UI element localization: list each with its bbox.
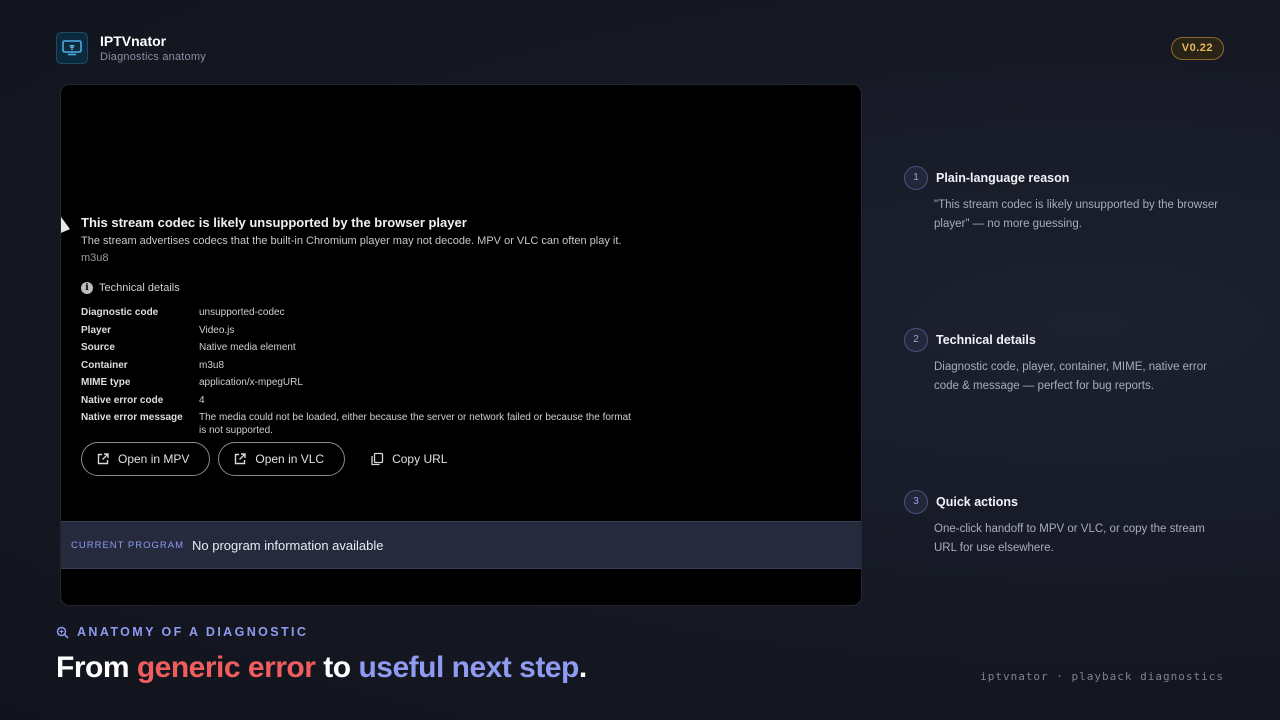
headline-part: From — [56, 651, 137, 684]
detail-value: m3u8 — [199, 359, 225, 371]
detail-value: unsupported-codec — [199, 307, 285, 318]
tv-logo-icon — [56, 32, 88, 64]
details-table: Diagnostic code unsupported-codec Player… — [81, 306, 641, 437]
copy-icon — [371, 452, 384, 466]
detail-value: Video.js — [199, 324, 235, 336]
detail-value: The media could not be loaded, either be… — [199, 412, 631, 436]
step-number: 3 — [904, 490, 928, 514]
callout-body: Diagnostic code, player, container, MIME… — [934, 361, 1207, 392]
error-panel: This stream codec is likely unsupported … — [81, 215, 641, 476]
detail-row: Native error message The media could not… — [81, 411, 641, 437]
current-program-value: No program information available — [192, 537, 384, 553]
technical-details-label: Technical details — [99, 282, 180, 294]
callout-title: Quick actions — [936, 495, 1018, 509]
headline-highlight-blue: useful next step — [358, 651, 579, 684]
error-title: This stream codec is likely unsupported … — [81, 215, 467, 230]
callout-body: One-click handoff to MPV or VLC, or copy… — [934, 523, 1205, 554]
callout-quick-actions: 3 Quick actions One-click handoff to MPV… — [904, 490, 1224, 558]
detail-value: application/x-mpegURL — [199, 377, 303, 388]
current-program-bar: CURRENT PROGRAM No program information a… — [61, 521, 861, 569]
step-number: 1 — [904, 166, 928, 190]
detail-row: Container m3u8 — [81, 359, 641, 372]
external-link-icon — [235, 453, 247, 465]
footer-tag: iptvnator · playback diagnostics — [980, 670, 1224, 683]
detail-row: Diagnostic code unsupported-codec — [81, 306, 641, 319]
callout-title: Plain-language reason — [936, 171, 1070, 185]
anatomy-label-text: ANATOMY OF A DIAGNOSTIC — [77, 625, 309, 639]
headline-part: . — [578, 651, 587, 684]
error-format: m3u8 — [81, 252, 109, 264]
app-subtitle: Diagnostics anatomy — [100, 51, 206, 63]
callout-plain-language: 1 Plain-language reason "This stream cod… — [904, 166, 1224, 234]
detail-key: MIME type — [81, 377, 131, 388]
detail-row: Native error code 4 — [81, 394, 641, 407]
info-icon: i — [81, 282, 93, 294]
detail-row: Source Native media element — [81, 341, 641, 354]
mouse-cursor-icon — [61, 216, 70, 238]
open-in-mpv-label: Open in MPV — [118, 452, 190, 466]
detail-key: Source — [81, 342, 115, 353]
open-in-vlc-label: Open in VLC — [255, 452, 325, 466]
video-player[interactable]: This stream codec is likely unsupported … — [60, 84, 862, 606]
detail-row: MIME type application/x-mpegURL — [81, 376, 641, 389]
step-number: 2 — [904, 328, 928, 352]
current-program-label: CURRENT PROGRAM — [71, 539, 184, 551]
headline: From generic error to useful next step. — [56, 648, 587, 688]
detail-key: Native error code — [81, 394, 164, 406]
headline-highlight-red: generic error — [136, 651, 316, 684]
app-title: IPTVnator — [100, 33, 167, 49]
open-in-vlc-button[interactable]: Open in VLC — [218, 442, 346, 476]
detail-key: Native error message — [81, 412, 183, 423]
external-link-icon — [97, 453, 109, 465]
detail-value: Native media element — [199, 342, 296, 353]
copy-url-label: Copy URL — [392, 452, 448, 466]
detail-value: 4 — [199, 394, 205, 406]
detail-row: Player Video.js — [81, 324, 641, 337]
detail-key: Player — [81, 324, 112, 336]
callout-title: Technical details — [936, 333, 1036, 347]
callout-body: "This stream codec is likely unsupported… — [934, 199, 1219, 230]
version-badge: V0.22 — [1170, 37, 1224, 60]
copy-url-button[interactable]: Copy URL — [353, 442, 468, 476]
zoom-search-icon — [56, 626, 69, 639]
detail-key: Diagnostic code — [81, 307, 159, 318]
headline-part: to — [315, 651, 359, 684]
callout-technical-details: 2 Technical details Diagnostic code, pla… — [904, 328, 1224, 396]
detail-key: Container — [81, 359, 128, 371]
open-in-mpv-button[interactable]: Open in MPV — [81, 442, 211, 476]
technical-details-toggle[interactable]: i Technical details — [81, 282, 641, 294]
app-header: IPTVnator Diagnostics anatomy — [56, 32, 206, 64]
action-buttons: Open in MPV Open in VLC Copy URL — [81, 442, 641, 476]
anatomy-label: ANATOMY OF A DIAGNOSTIC — [56, 625, 308, 639]
error-description: The stream advertises codecs that the bu… — [81, 235, 622, 247]
